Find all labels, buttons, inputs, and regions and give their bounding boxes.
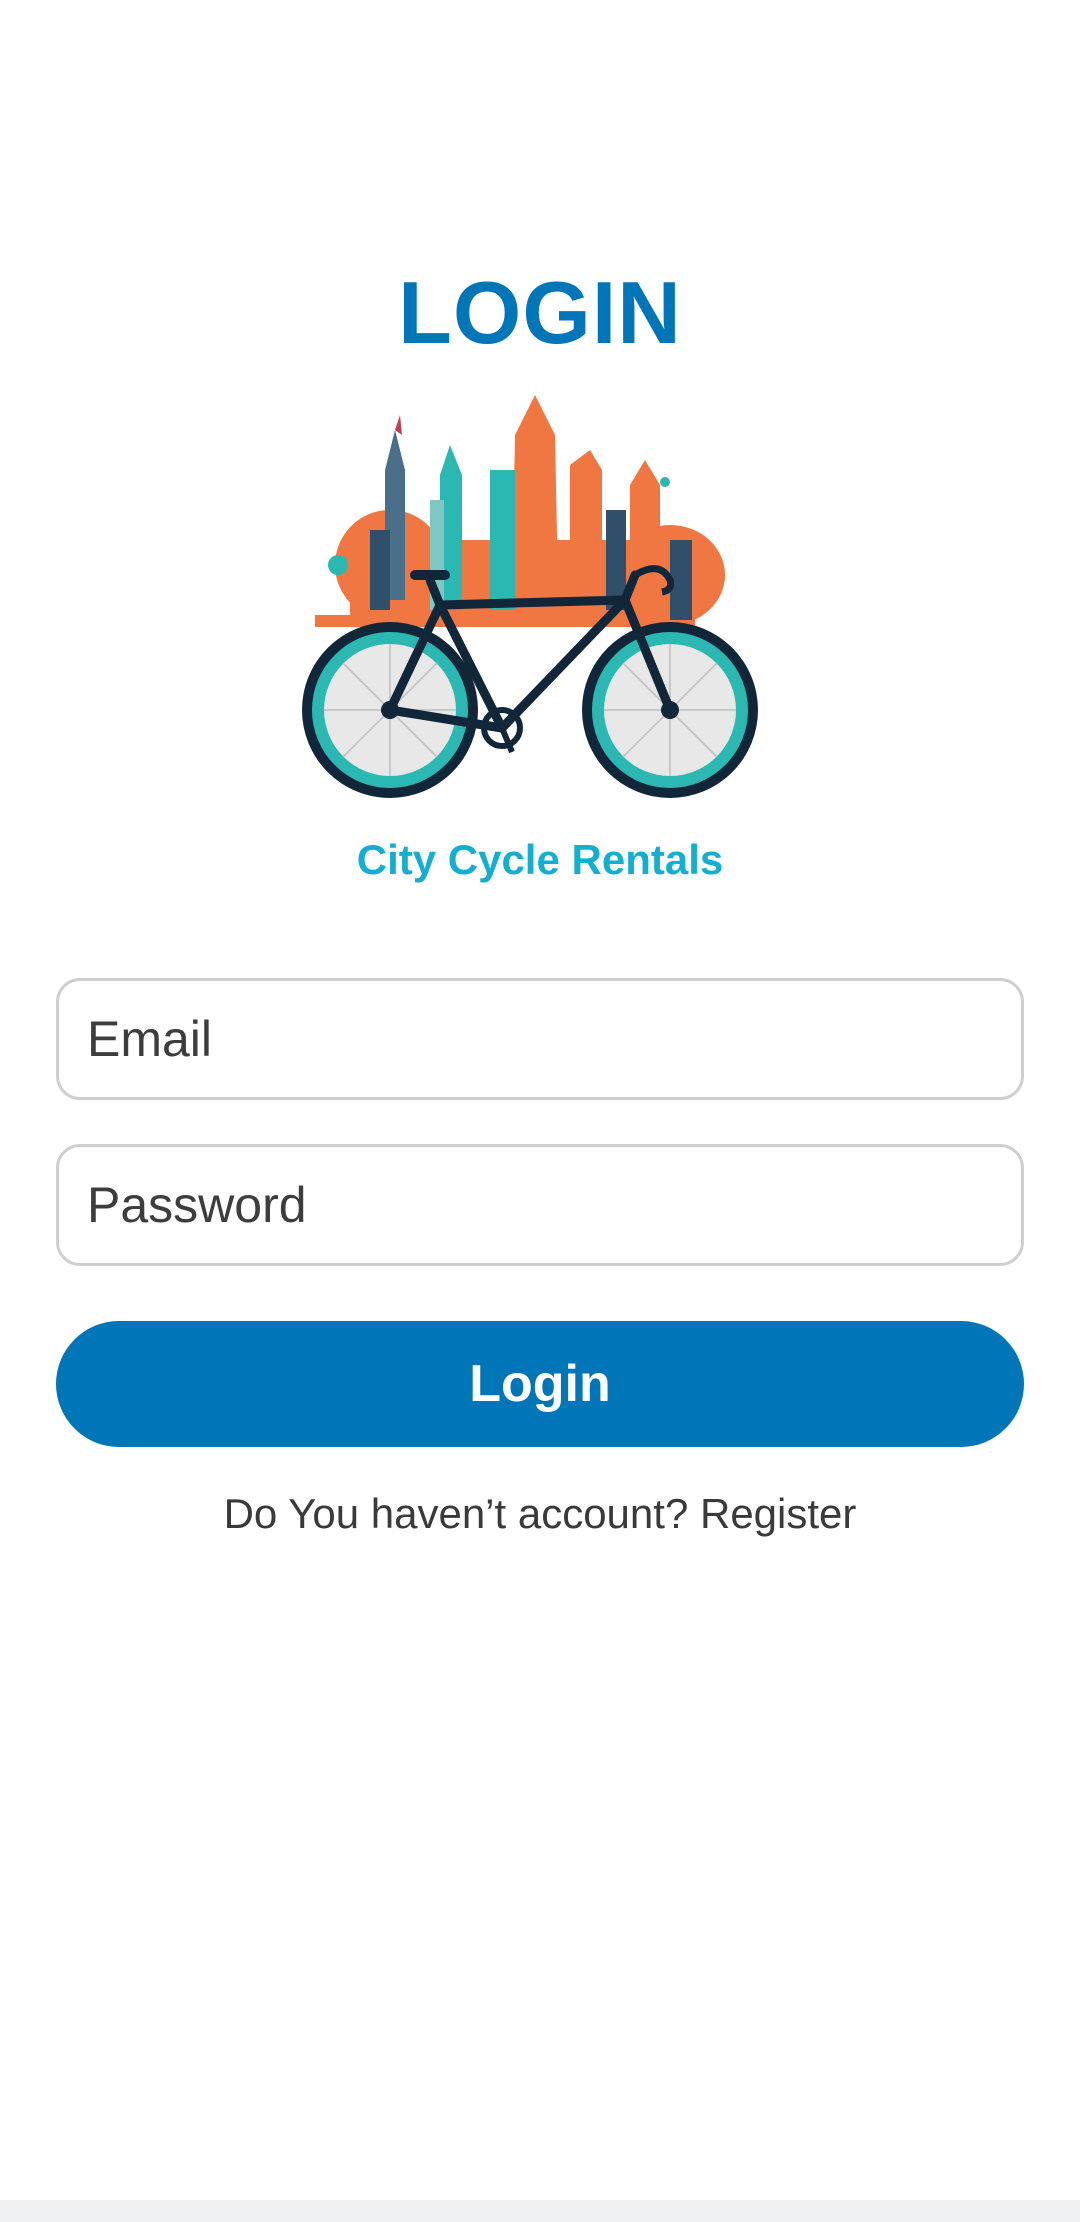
register-prompt-text: Do You haven’t account?: [223, 1490, 700, 1537]
register-prompt: Do You haven’t account? Register: [0, 1490, 1080, 1538]
email-field[interactable]: [56, 978, 1024, 1100]
system-nav-bar: [0, 2200, 1080, 2222]
city-bicycle-logo-icon: [290, 390, 790, 830]
login-screen: LOGIN City Cycle Rentals Email Login Do …: [0, 0, 1080, 2222]
page-title: LOGIN: [398, 263, 682, 362]
password-field[interactable]: [56, 1144, 1024, 1266]
login-button[interactable]: Login: [56, 1321, 1024, 1447]
brand-name: City Cycle Rentals: [356, 836, 724, 883]
register-link[interactable]: Register: [700, 1490, 856, 1537]
